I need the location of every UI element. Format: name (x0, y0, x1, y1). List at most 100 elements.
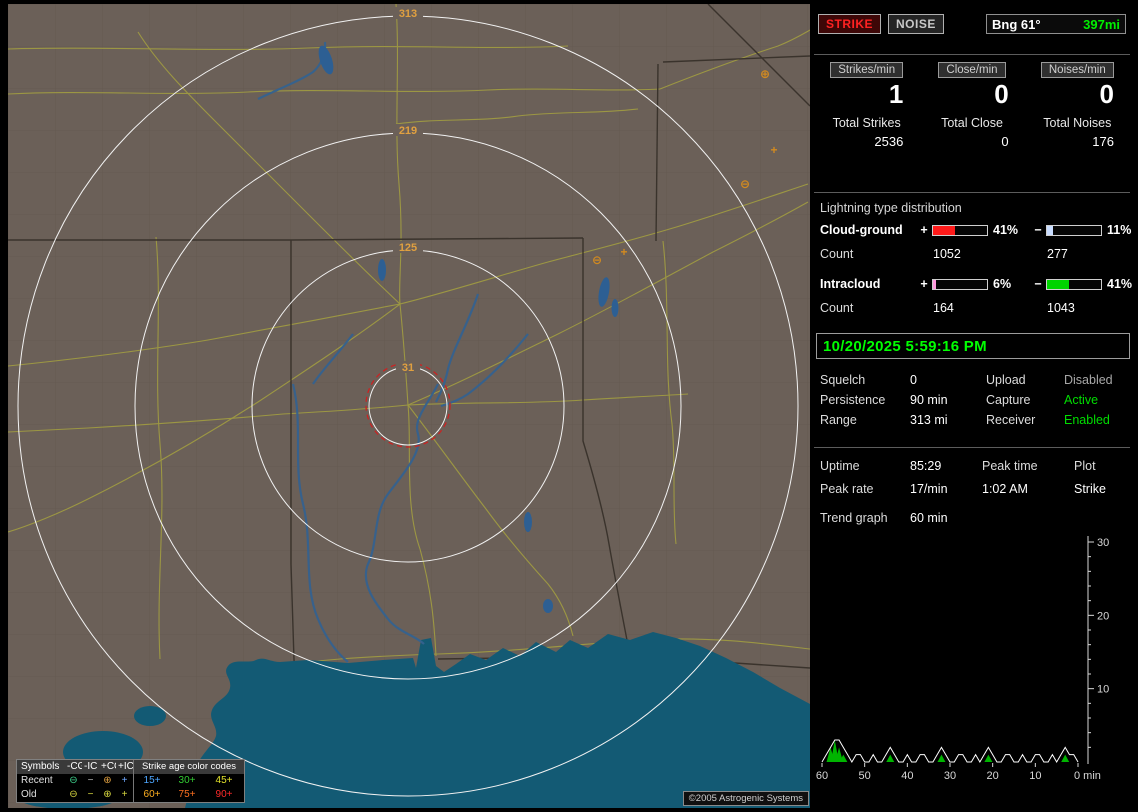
peak-rate-label: Peak rate (820, 482, 874, 496)
age-45: 45+ (215, 775, 233, 786)
divider (814, 54, 1130, 55)
ic-plus-percent: 6% (993, 277, 1012, 291)
pos-ic-strike-icon: + (620, 245, 627, 259)
legend-col-neg-ic: -IC (82, 760, 99, 774)
cg-positive-bar (932, 224, 988, 236)
status-section: Squelch 0 Upload Disabled Persistence 90… (814, 373, 1130, 427)
close-column: Close/min 0 Total Close 0 (919, 62, 1024, 149)
total-noises-label: Total Noises (1043, 116, 1112, 130)
persistence-label: Persistence (820, 393, 886, 407)
neg-cg-recent-icon: ⊖ (69, 775, 78, 786)
neg-cg-strike-icon: ⊖ (592, 253, 602, 267)
peak-rate-value: 17/min (910, 482, 948, 496)
svg-text:20: 20 (987, 770, 999, 782)
age-90: 90+ (215, 789, 233, 800)
ring-label-125: 125 (399, 242, 417, 254)
trend-header: Trend graph 60 min (814, 511, 1130, 525)
cloud-ground-row: Cloud-ground + 41% − 11% (814, 223, 1131, 237)
neg-ic-recent-icon: − (87, 775, 94, 786)
svg-text:20: 20 (1097, 610, 1109, 622)
pos-ic-strike-icon: + (770, 143, 777, 157)
noises-column: Noises/min 0 Total Noises 176 (1025, 62, 1130, 149)
minus-sign: − (1034, 223, 1042, 237)
total-noises-value: 176 (1092, 134, 1114, 149)
stats-section: Uptime 85:29 Peak time Plot Peak rate 17… (814, 459, 1130, 496)
control-panel: STRIKE NOISE Bng 61° 397mi Strikes/min 1… (814, 4, 1132, 808)
capture-status: Active (1064, 393, 1099, 407)
strike-button[interactable]: STRIKE (818, 14, 882, 34)
svg-text:10: 10 (1097, 684, 1109, 696)
rates-section: Strikes/min 1 Total Strikes 2536 Close/m… (814, 62, 1130, 149)
datetime-box: 10/20/2025 5:59:16 PM (816, 333, 1130, 359)
pos-cg-old-icon: ⊕ (103, 789, 112, 800)
upload-status: Disabled (1064, 373, 1113, 387)
strikes-per-min-value: 1 (888, 79, 904, 109)
cg-minus-count: 277 (1047, 247, 1068, 261)
svg-text:50: 50 (859, 770, 871, 782)
upload-label: Upload (986, 373, 1026, 387)
ic-plus-count: 164 (933, 301, 954, 315)
svg-text:30: 30 (1097, 537, 1109, 549)
datetime-value: 10/20/2025 5:59:16 PM (823, 337, 987, 355)
range-value: 313 mi (910, 413, 948, 427)
ic-negative-bar (1046, 278, 1102, 290)
age-75: 75+ (178, 789, 196, 800)
capture-label: Capture (986, 393, 1031, 407)
cloud-ground-label: Cloud-ground (820, 223, 903, 237)
legend-col-pos-cg: +CG (99, 760, 122, 774)
total-close-value: 0 (1001, 134, 1009, 149)
pos-cg-recent-icon: ⊕ (103, 775, 112, 786)
peak-time-value: 1:02 AM (982, 482, 1028, 496)
strikes-per-min-chip: Strikes/min (830, 62, 904, 78)
range-label: Range (820, 413, 857, 427)
legend-col-pos-ic: +IC (116, 760, 134, 774)
intracloud-row: Intracloud + 6% − 41% (814, 277, 1133, 291)
svg-text:0 min: 0 min (1074, 770, 1101, 782)
ring-label-313: 313 (399, 8, 417, 20)
plot-label: Plot (1074, 459, 1096, 473)
noise-button[interactable]: NOISE (888, 14, 944, 34)
legend-old-label: Old (21, 789, 37, 800)
noises-per-min-chip: Noises/min (1040, 62, 1114, 78)
pos-cg-strike-icon: ⊕ (760, 67, 770, 81)
trend-graph-label: Trend graph (820, 511, 888, 525)
pos-ic-old-icon: + (121, 789, 128, 800)
legend-recent-label: Recent (21, 775, 53, 786)
ic-positive-bar (932, 278, 988, 290)
pos-ic-recent-icon: + (121, 775, 128, 786)
copyright-notice: ©2005 Astrogenic Systems (682, 791, 809, 806)
cloud-ground-count-row: Count 1052 277 (814, 247, 1130, 261)
map-legend: Symbols -CG -IC +CG +IC Strike age color… (16, 759, 245, 803)
minus-sign: − (1034, 277, 1042, 291)
intracloud-label: Intracloud (820, 277, 881, 291)
neg-cg-old-icon: ⊖ (69, 789, 78, 800)
age-60: 60+ (133, 788, 170, 802)
trend-graph: 10 20 30 60 50 40 30 20 10 0 min (816, 536, 1109, 782)
distribution-title: Lightning type distribution (820, 201, 962, 215)
receiver-status: Enabled (1064, 413, 1110, 427)
svg-text:10: 10 (1029, 770, 1041, 782)
neg-ic-old-icon: − (87, 789, 94, 800)
strikes-column: Strikes/min 1 Total Strikes 2536 (814, 62, 919, 149)
svg-text:30: 30 (944, 770, 956, 782)
neg-cg-strike-icon: ⊖ (740, 177, 750, 191)
intracloud-count-row: Count 164 1043 (814, 301, 1130, 315)
uptime-value: 85:29 (910, 459, 942, 473)
mode-row: STRIKE NOISE Bng 61° 397mi (814, 12, 1130, 36)
cg-plus-count: 1052 (933, 247, 961, 261)
radar-map[interactable]: 313 219 125 31 ⊕ + ⊖ ⊖ + (8, 4, 810, 808)
squelch-value: 0 (910, 373, 917, 387)
uptime-label: Uptime (820, 459, 860, 473)
divider (814, 447, 1130, 448)
total-close-label: Total Close (941, 116, 1003, 130)
svg-text:60: 60 (816, 770, 828, 782)
ic-minus-percent: 41% (1107, 277, 1133, 291)
count-label: Count (820, 247, 854, 261)
plot-value: Strike (1074, 482, 1106, 496)
svg-text:40: 40 (901, 770, 913, 782)
ring-label-31: 31 (402, 362, 414, 374)
legend-age-title: Strike age color codes (133, 760, 244, 774)
receiver-label: Receiver (986, 413, 1036, 427)
total-strikes-value: 2536 (874, 134, 904, 149)
divider (814, 192, 1130, 193)
